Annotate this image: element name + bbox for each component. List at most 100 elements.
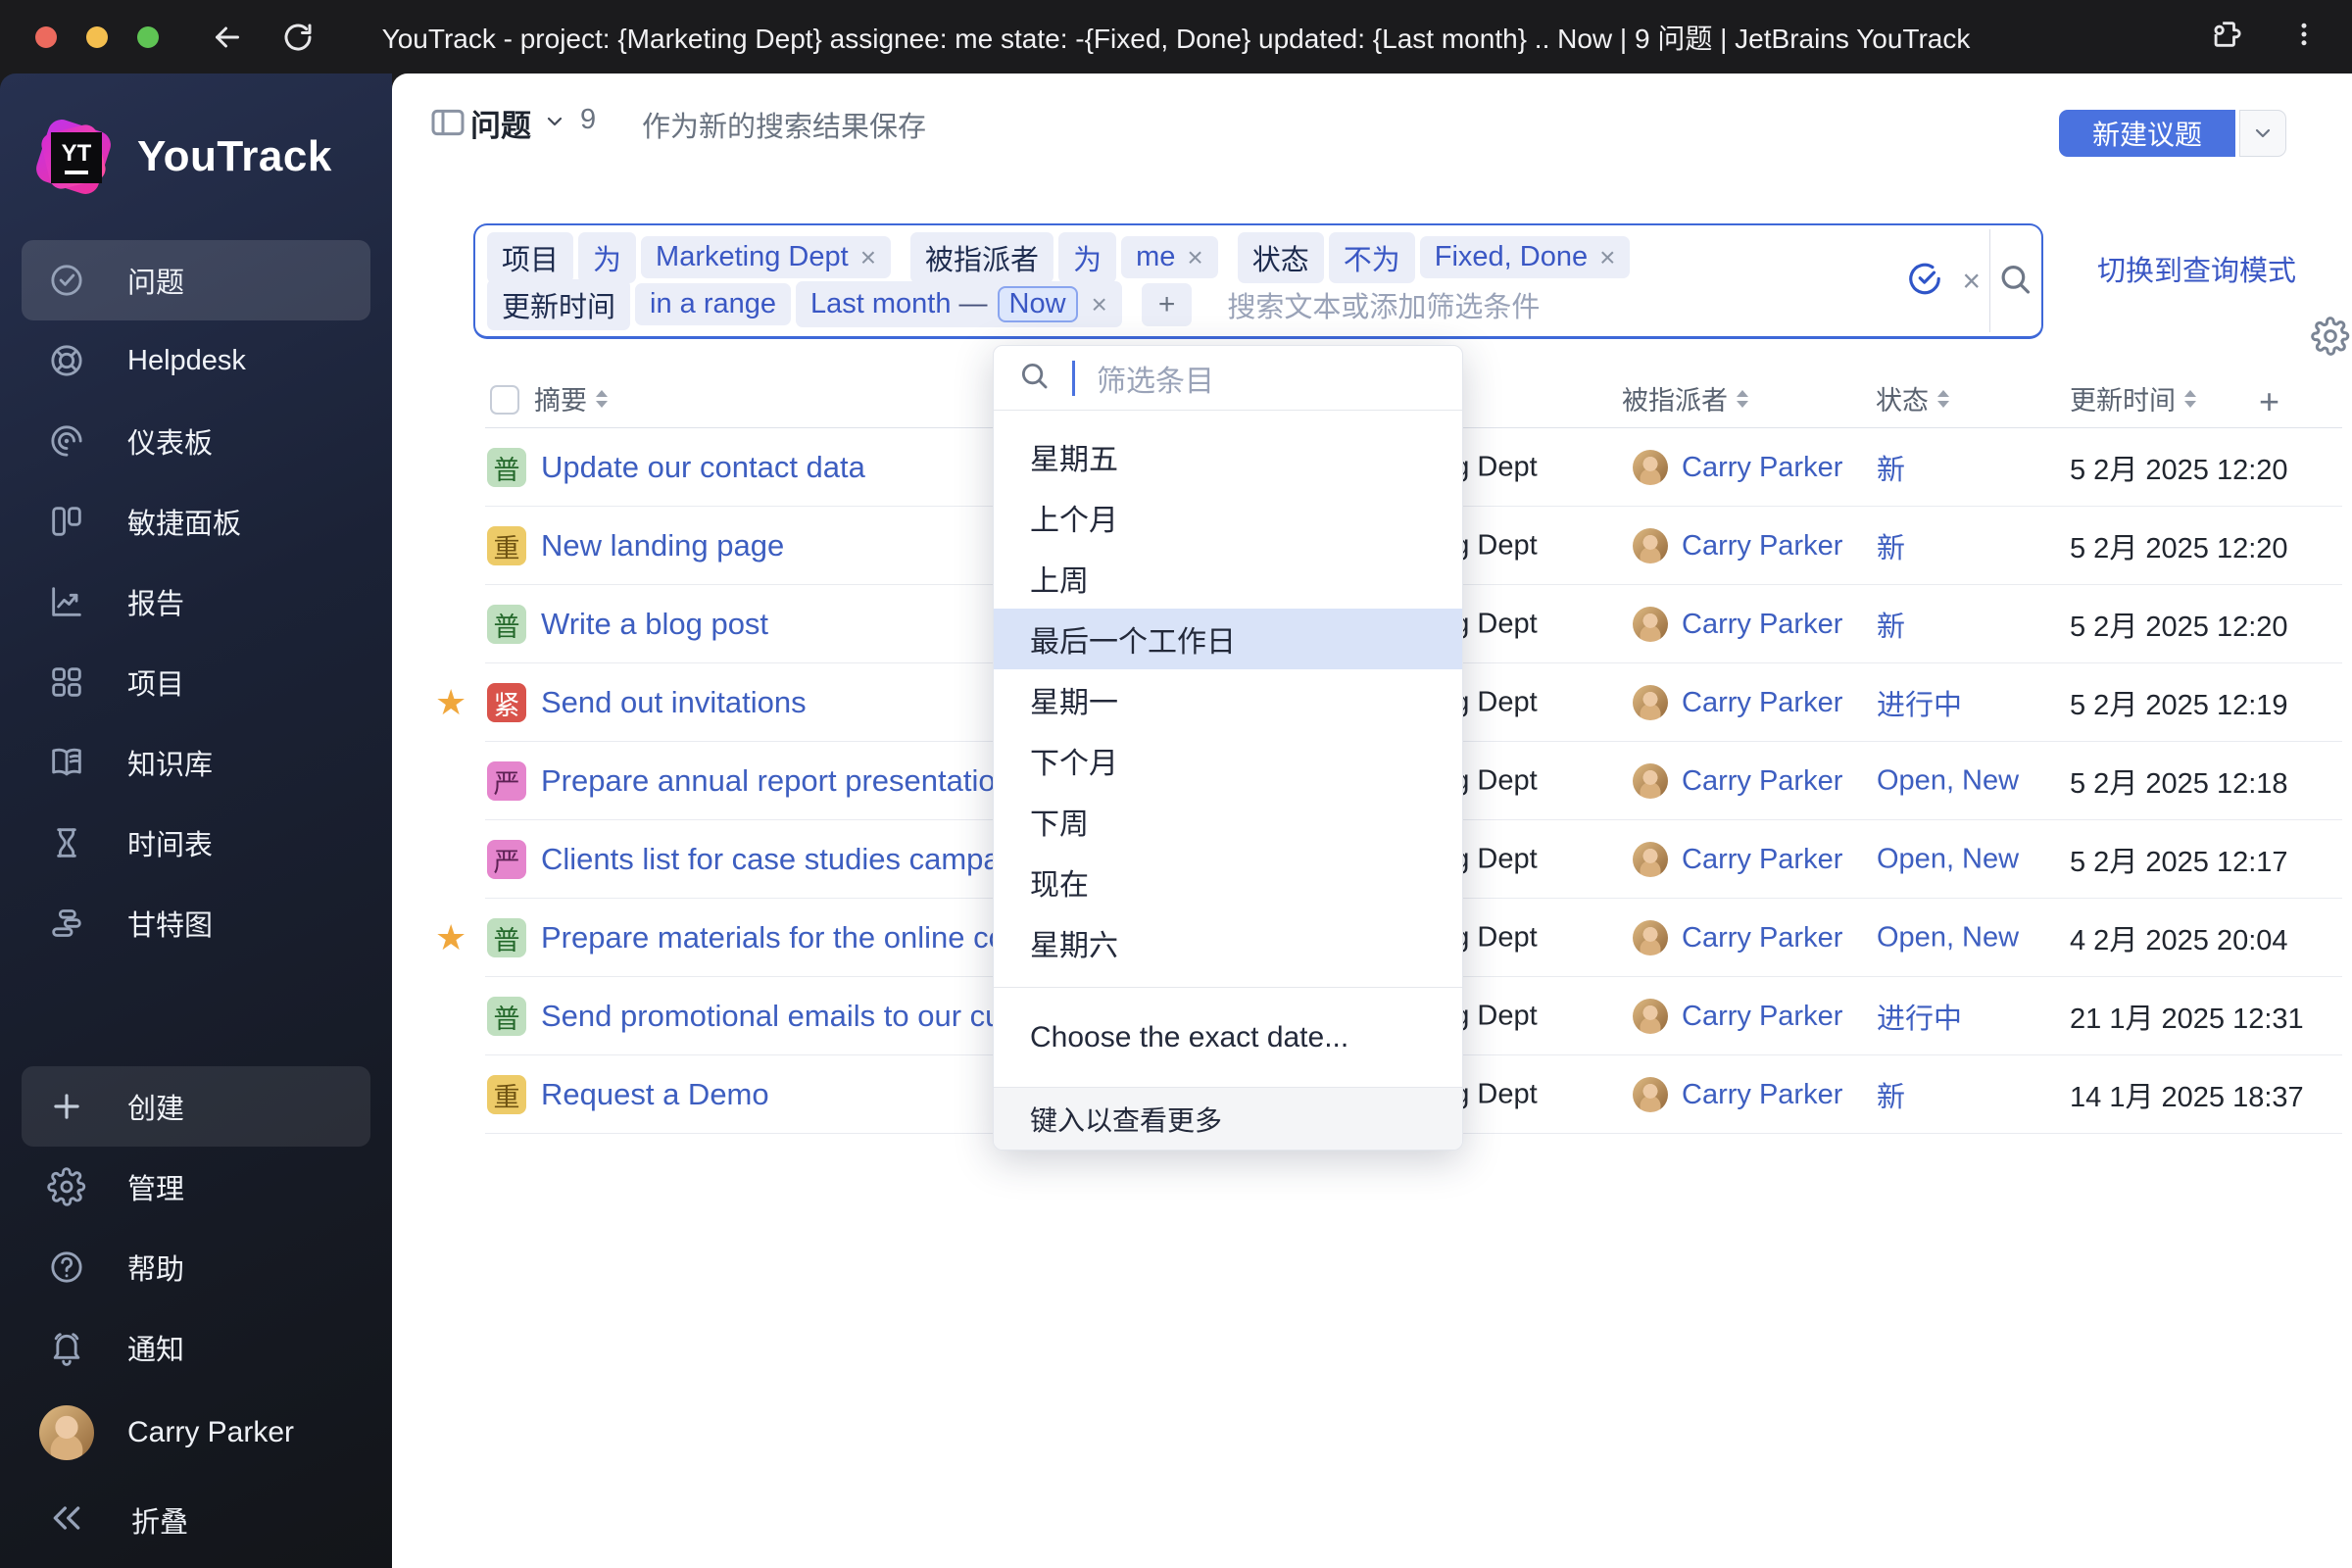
issue-title-link[interactable]: Request a Demo [541, 1077, 769, 1112]
sidebar-item-create[interactable]: 创建 [22, 1066, 370, 1147]
column-header-summary[interactable]: 摘要 [534, 379, 608, 417]
close-icon[interactable]: × [1092, 289, 1107, 320]
sidebar-item-projects[interactable]: 项目 [22, 642, 370, 722]
assignee-link[interactable]: Carry Parker [1682, 1079, 1842, 1111]
dropdown-item-4[interactable]: 星期一 [994, 669, 1462, 730]
issues-icon [47, 261, 86, 300]
issue-title-link[interactable]: Prepare annual report presentation [541, 763, 1012, 799]
issue-title-link[interactable]: New landing page [541, 528, 784, 564]
state-link[interactable]: 进行中 [1877, 996, 1962, 1037]
assignee-link[interactable]: Carry Parker [1682, 530, 1842, 563]
state-link[interactable]: Open, New [1877, 765, 2019, 798]
assignee-link[interactable]: Carry Parker [1682, 922, 1842, 955]
clear-search-icon[interactable]: × [1962, 263, 1981, 299]
reload-icon[interactable] [280, 20, 316, 55]
search-filter-box[interactable]: 项目为 Marketing Dept × 被指派者为 me × 状态 不为 Fixed, Don… [473, 223, 2043, 339]
dropdown-item-3[interactable]: 最后一个工作日 [994, 609, 1462, 669]
assignee-link[interactable]: Carry Parker [1682, 687, 1842, 719]
state-link[interactable]: 进行中 [1877, 682, 1962, 723]
filter-range-value-chip[interactable]: Last month — Now × [796, 281, 1122, 327]
dropdown-item-0[interactable]: 星期五 [994, 426, 1462, 487]
save-search-link[interactable]: 作为新的搜索结果保存 [642, 104, 926, 145]
browser-menu-icon[interactable] [2289, 20, 2319, 54]
updated-timestamp: 5 2月 2025 12:20 [2070, 533, 2288, 564]
issue-title-link[interactable]: Write a blog post [541, 607, 768, 642]
issue-title-link[interactable]: Clients list for case studies campaign [541, 842, 1041, 877]
filter-field-chip[interactable]: 状态 [1237, 231, 1324, 283]
maximize-window-button[interactable] [137, 25, 159, 48]
sidebar-item-knowledge[interactable]: 知识库 [22, 722, 370, 803]
filter-mode-check-icon[interactable] [1906, 260, 1943, 302]
assignee-link[interactable]: Carry Parker [1682, 765, 1842, 798]
filter-field-chip[interactable]: 项目 [487, 231, 574, 283]
dropdown-item-6[interactable]: 下周 [994, 791, 1462, 852]
filter-field-chip[interactable]: 更新时间 [487, 278, 631, 330]
back-icon[interactable] [210, 20, 245, 55]
issue-title-link[interactable]: Update our contact data [541, 450, 865, 485]
settings-gear-icon[interactable] [2311, 317, 2350, 361]
filter-operator-chip[interactable]: 不为 [1328, 231, 1415, 283]
youtrack-logo[interactable]: YT YouTrack [0, 74, 392, 240]
sidebar-item-gantt[interactable]: 甘特图 [22, 883, 370, 963]
new-issue-button[interactable]: 新建议题 [2058, 110, 2235, 157]
search-icon[interactable] [1996, 260, 2034, 302]
state-link[interactable]: 新 [1877, 1074, 1905, 1115]
sidebar-item-dashboard[interactable]: 仪表板 [22, 401, 370, 481]
state-link[interactable]: 新 [1877, 604, 1905, 645]
dropdown-item-1[interactable]: 上个月 [994, 487, 1462, 548]
dropdown-item-7[interactable]: 现在 [994, 852, 1462, 912]
close-icon[interactable]: × [1187, 242, 1202, 273]
assignee-link[interactable]: Carry Parker [1682, 1001, 1842, 1033]
close-icon[interactable]: × [1599, 242, 1615, 273]
sidebar-item-helpdesk[interactable]: Helpdesk [22, 320, 370, 401]
star-icon[interactable]: ★ [435, 917, 466, 958]
state-link[interactable]: Open, New [1877, 844, 2019, 876]
sidebar-item-report[interactable]: 报告 [22, 562, 370, 642]
filter-value-chip[interactable]: me × [1121, 236, 1218, 278]
close-icon[interactable]: × [860, 242, 876, 273]
filter-operator-chip[interactable]: in a range [635, 283, 792, 325]
sidebar-item-timesheet[interactable]: 时间表 [22, 803, 370, 883]
sidebar-collapse[interactable]: 折叠 [22, 1478, 370, 1562]
sidebar-item-help[interactable]: 帮助 [22, 1227, 370, 1307]
filter-operator-chip[interactable]: 为 [578, 231, 637, 283]
sidebar-item-bell[interactable]: 通知 [22, 1307, 370, 1388]
sidebar-item-issues[interactable]: 问题 [22, 240, 370, 320]
filter-field-chip[interactable]: 被指派者 [910, 231, 1054, 283]
add-filter-chip[interactable]: + [1141, 282, 1193, 326]
column-header-state[interactable]: 状态 [1876, 379, 1949, 417]
filter-value-chip[interactable]: Marketing Dept × [641, 236, 892, 278]
star-icon[interactable]: ★ [435, 682, 466, 723]
dropdown-search-input[interactable]: 筛选条目 [1097, 357, 1214, 400]
issue-title-link[interactable]: Send out invitations [541, 685, 807, 720]
column-header-assignee[interactable]: 被指派者 [1622, 379, 1748, 417]
state-link[interactable]: 新 [1877, 447, 1905, 488]
state-link[interactable]: Open, New [1877, 922, 2019, 955]
dropdown-search-row[interactable]: 筛选条目 [994, 346, 1462, 411]
filter-range-end-active[interactable]: Now [997, 286, 1078, 322]
panel-toggle-icon[interactable] [428, 103, 467, 147]
assignee-link[interactable]: Carry Parker [1682, 844, 1842, 876]
sidebar-user[interactable]: Carry Parker [22, 1388, 370, 1478]
select-all-checkbox[interactable] [490, 385, 519, 415]
column-header-updated[interactable]: 更新时间 [2070, 379, 2196, 417]
filter-value-chip[interactable]: Fixed, Done × [1419, 236, 1631, 278]
switch-query-mode-link[interactable]: 切换到查询模式 [2097, 248, 2296, 289]
add-column-icon[interactable]: + [2259, 381, 2279, 422]
assignee-link[interactable]: Carry Parker [1682, 452, 1842, 484]
sidebar-item-agile[interactable]: 敏捷面板 [22, 481, 370, 562]
dropdown-item-2[interactable]: 上周 [994, 548, 1462, 609]
extensions-icon[interactable] [2209, 18, 2242, 56]
minimize-window-button[interactable] [86, 25, 108, 48]
choose-exact-date-item[interactable]: Choose the exact date... [994, 987, 1462, 1087]
filter-operator-chip[interactable]: 为 [1058, 231, 1117, 283]
close-window-button[interactable] [35, 25, 57, 48]
new-issue-dropdown-button[interactable] [2239, 110, 2286, 157]
issues-title-dropdown[interactable]: 问题 [470, 101, 566, 145]
dropdown-item-5[interactable]: 下个月 [994, 730, 1462, 791]
dropdown-item-8[interactable]: 星期六 [994, 912, 1462, 973]
assignee-link[interactable]: Carry Parker [1682, 609, 1842, 641]
sidebar-item-gear[interactable]: 管理 [22, 1147, 370, 1227]
search-input[interactable]: 搜索文本或添加筛选条件 [1227, 284, 1540, 325]
state-link[interactable]: 新 [1877, 525, 1905, 566]
